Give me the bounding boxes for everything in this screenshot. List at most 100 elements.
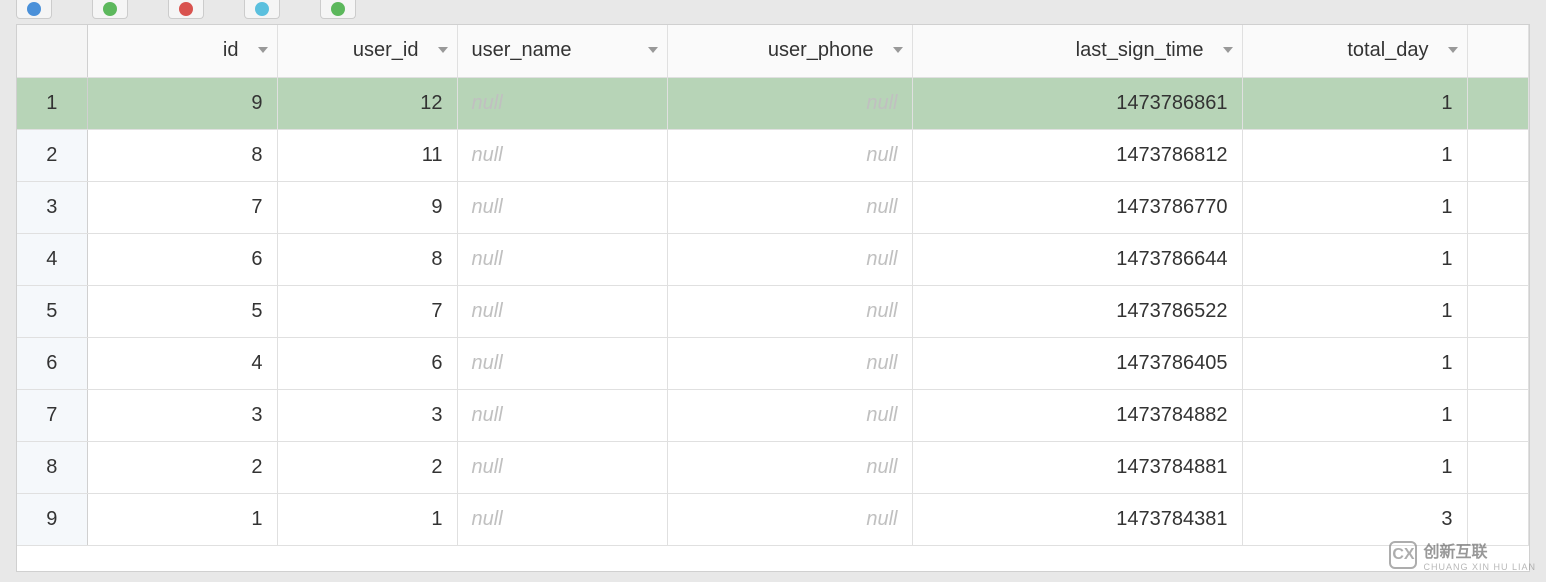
cell-total_day[interactable]: 1 bbox=[1242, 285, 1467, 337]
data-grid[interactable]: id user_id user_name user_phone last_sig… bbox=[16, 24, 1530, 572]
cell-total_day[interactable]: 1 bbox=[1242, 233, 1467, 285]
cell-id[interactable]: 4 bbox=[87, 337, 277, 389]
cell-n[interactable]: 1 bbox=[17, 77, 87, 129]
cell-id[interactable]: 6 bbox=[87, 233, 277, 285]
cell-last_sign_time[interactable]: 1473786861 bbox=[912, 77, 1242, 129]
cell-id[interactable]: 8 bbox=[87, 129, 277, 181]
cell-total_day[interactable]: 1 bbox=[1242, 129, 1467, 181]
header-user-phone[interactable]: user_phone bbox=[667, 25, 912, 77]
cell-last_sign_time[interactable]: 1473786522 bbox=[912, 285, 1242, 337]
cell-user_name[interactable]: null bbox=[457, 129, 667, 181]
cell-total_day[interactable]: 1 bbox=[1242, 77, 1467, 129]
toolbar-button-4[interactable] bbox=[244, 0, 280, 19]
cell-user_name[interactable]: null bbox=[457, 285, 667, 337]
cell-user_id[interactable]: 1 bbox=[277, 493, 457, 545]
table-row[interactable]: 646nullnull14737864051 bbox=[17, 337, 1529, 389]
toolbar-button-2[interactable] bbox=[92, 0, 128, 19]
cell-n[interactable]: 7 bbox=[17, 389, 87, 441]
cell-user_phone[interactable]: null bbox=[667, 233, 912, 285]
cell-n[interactable]: 4 bbox=[17, 233, 87, 285]
cell-total_day[interactable]: 1 bbox=[1242, 337, 1467, 389]
header-rownum[interactable] bbox=[17, 25, 87, 77]
cell-user_phone[interactable]: null bbox=[667, 441, 912, 493]
filter-icon[interactable] bbox=[257, 45, 269, 57]
filter-icon[interactable] bbox=[1447, 45, 1459, 57]
cell-user_phone[interactable]: null bbox=[667, 389, 912, 441]
toolbar-button-3[interactable] bbox=[168, 0, 204, 19]
cell-n[interactable]: 9 bbox=[17, 493, 87, 545]
cell-id[interactable]: 3 bbox=[87, 389, 277, 441]
cell-user_name[interactable]: null bbox=[457, 441, 667, 493]
cell-last_sign_time[interactable]: 1473786644 bbox=[912, 233, 1242, 285]
cell-user_phone[interactable]: null bbox=[667, 493, 912, 545]
cell-text: 1 bbox=[1441, 248, 1452, 270]
toolbar-button-1[interactable] bbox=[16, 0, 52, 19]
filter-icon[interactable] bbox=[437, 45, 449, 57]
header-total-day[interactable]: total_day bbox=[1242, 25, 1467, 77]
cell-user_phone[interactable]: null bbox=[667, 285, 912, 337]
cell-user_name[interactable]: null bbox=[457, 337, 667, 389]
cell-id[interactable]: 1 bbox=[87, 493, 277, 545]
cell-user_id[interactable]: 2 bbox=[277, 441, 457, 493]
cell-last_sign_time[interactable]: 1473784381 bbox=[912, 493, 1242, 545]
cell-last_sign_time[interactable]: 1473784882 bbox=[912, 389, 1242, 441]
filter-icon[interactable] bbox=[1222, 45, 1234, 57]
table-row[interactable]: 1912nullnull14737868611 bbox=[17, 77, 1529, 129]
cell-n[interactable]: 2 bbox=[17, 129, 87, 181]
cell-text: 12 bbox=[420, 92, 442, 114]
cell-total_day[interactable]: 1 bbox=[1242, 389, 1467, 441]
header-last-sign-time[interactable]: last_sign_time bbox=[912, 25, 1242, 77]
cell-user_id[interactable]: 8 bbox=[277, 233, 457, 285]
cell-user_phone[interactable]: null bbox=[667, 77, 912, 129]
cell-user_id[interactable]: 7 bbox=[277, 285, 457, 337]
cell-text: 1473786644 bbox=[1116, 248, 1227, 270]
cell-user_name[interactable]: null bbox=[457, 389, 667, 441]
toolbar-icon-3 bbox=[179, 2, 193, 16]
cell-user_name[interactable]: null bbox=[457, 181, 667, 233]
cell-user_id[interactable]: 11 bbox=[277, 129, 457, 181]
cell-user_name[interactable]: null bbox=[457, 233, 667, 285]
table-row[interactable]: 911nullnull14737843813 bbox=[17, 493, 1529, 545]
cell-user_name[interactable]: null bbox=[457, 493, 667, 545]
header-row: id user_id user_name user_phone last_sig… bbox=[17, 25, 1529, 77]
cell-id[interactable]: 7 bbox=[87, 181, 277, 233]
cell-user_id[interactable]: 9 bbox=[277, 181, 457, 233]
cell-last_sign_time[interactable]: 1473784881 bbox=[912, 441, 1242, 493]
cell-total_day[interactable]: 1 bbox=[1242, 441, 1467, 493]
cell-n[interactable]: 8 bbox=[17, 441, 87, 493]
cell-total_day[interactable]: 1 bbox=[1242, 181, 1467, 233]
cell-user_phone[interactable]: null bbox=[667, 337, 912, 389]
cell-user_name[interactable]: null bbox=[457, 77, 667, 129]
header-user-id[interactable]: user_id bbox=[277, 25, 457, 77]
cell-n[interactable]: 6 bbox=[17, 337, 87, 389]
cell-id[interactable]: 2 bbox=[87, 441, 277, 493]
cell-user_phone[interactable]: null bbox=[667, 129, 912, 181]
table-row[interactable]: 733nullnull14737848821 bbox=[17, 389, 1529, 441]
cell-last_sign_time[interactable]: 1473786812 bbox=[912, 129, 1242, 181]
cell-text: 3 bbox=[431, 404, 442, 426]
toolbar-button-5[interactable] bbox=[320, 0, 356, 19]
cell-text: 1473786522 bbox=[1116, 300, 1227, 322]
header-id[interactable]: id bbox=[87, 25, 277, 77]
filter-icon[interactable] bbox=[647, 45, 659, 57]
cell-user_phone[interactable]: null bbox=[667, 181, 912, 233]
header-user-name[interactable]: user_name bbox=[457, 25, 667, 77]
table-row[interactable]: 2811nullnull14737868121 bbox=[17, 129, 1529, 181]
table-row[interactable]: 379nullnull14737867701 bbox=[17, 181, 1529, 233]
table-row[interactable]: 822nullnull14737848811 bbox=[17, 441, 1529, 493]
cell-n[interactable]: 5 bbox=[17, 285, 87, 337]
cell-id[interactable]: 5 bbox=[87, 285, 277, 337]
filter-icon[interactable] bbox=[892, 45, 904, 57]
cell-last_sign_time[interactable]: 1473786405 bbox=[912, 337, 1242, 389]
cell-id[interactable]: 9 bbox=[87, 77, 277, 129]
cell-user_id[interactable]: 3 bbox=[277, 389, 457, 441]
cell-last_sign_time[interactable]: 1473786770 bbox=[912, 181, 1242, 233]
cell-text: 8 bbox=[251, 144, 262, 166]
table-row[interactable]: 557nullnull14737865221 bbox=[17, 285, 1529, 337]
toolbar-icon-5 bbox=[331, 2, 345, 16]
cell-user_id[interactable]: 6 bbox=[277, 337, 457, 389]
table-row[interactable]: 468nullnull14737866441 bbox=[17, 233, 1529, 285]
cell-n[interactable]: 3 bbox=[17, 181, 87, 233]
cell-text: 2 bbox=[251, 456, 262, 478]
cell-user_id[interactable]: 12 bbox=[277, 77, 457, 129]
